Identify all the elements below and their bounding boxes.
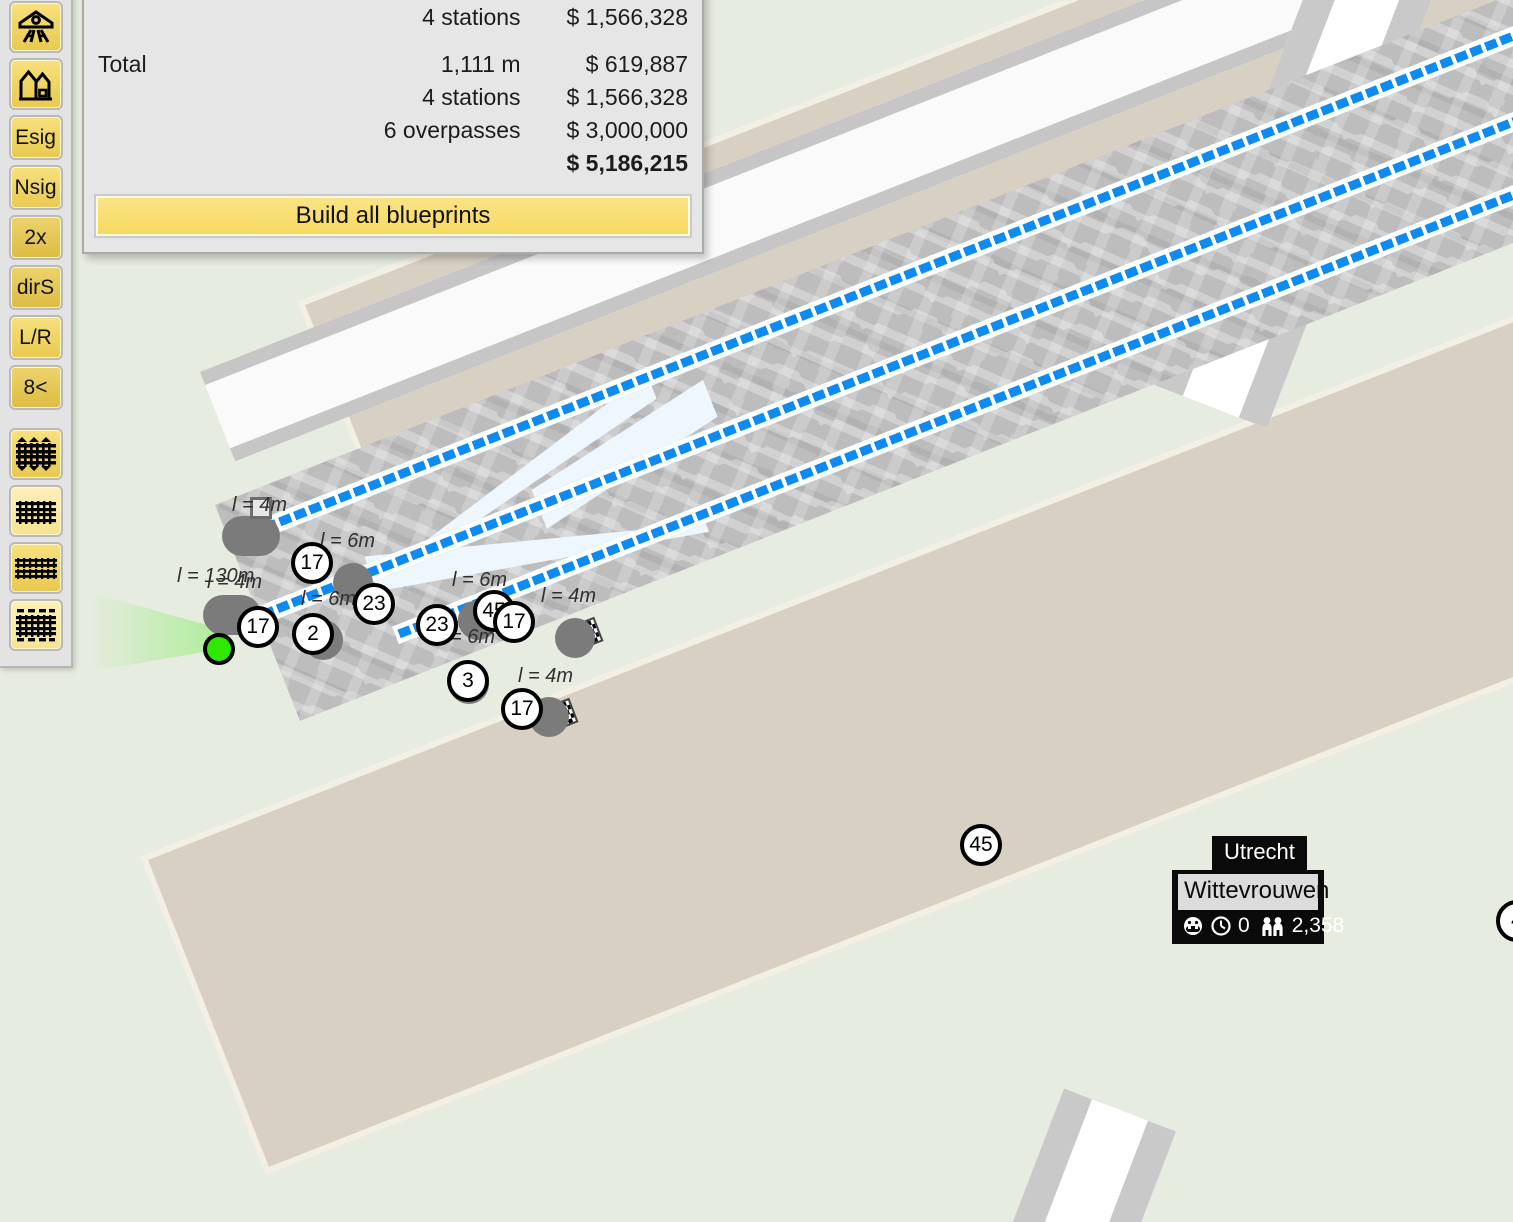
cost-row-amount: $ 5,186,215 bbox=[566, 150, 688, 176]
station-button[interactable] bbox=[8, 1, 63, 53]
station-tooltip: Utrecht Wittevrouwen 0 2,358 bbox=[1172, 836, 1344, 944]
cost-row-amount: $ 619,887 bbox=[585, 51, 688, 77]
track-node-badge[interactable]: 2 bbox=[292, 613, 334, 655]
track-node-badge[interactable]: 17 bbox=[237, 606, 279, 648]
eight-less-button[interactable]: 8< bbox=[8, 365, 63, 410]
game-viewport: l = 4m l = 6m l = 130m l = 4m l = 6m l = 6m l … bbox=[0, 0, 1513, 1222]
people-icon bbox=[1260, 915, 1286, 937]
cost-row-amount: $ 1,566,328 bbox=[566, 84, 688, 110]
track-length-label: l = 4m bbox=[232, 494, 288, 516]
track-length-label: l = 6m bbox=[452, 569, 508, 591]
track-node-badge[interactable]: 23 bbox=[416, 604, 458, 646]
cost-row-label bbox=[94, 81, 345, 114]
cost-row-quantity: 4 stations bbox=[422, 4, 521, 30]
cost-row-amount: $ 1,566,328 bbox=[566, 4, 688, 30]
track-node-badge[interactable]: 23 bbox=[353, 583, 395, 625]
build-toolbar[interactable]: Esig Nsig 2x dirS L/R 8< bbox=[0, 0, 73, 668]
station-stats: 0 2,358 bbox=[1178, 910, 1344, 938]
town-label: Utrecht bbox=[1212, 836, 1307, 870]
track-dashed-button[interactable] bbox=[8, 599, 63, 651]
passenger-count-value: 2,358 bbox=[1291, 914, 1345, 937]
cost-row-label bbox=[94, 147, 345, 180]
cost-row-quantity bbox=[345, 147, 524, 180]
cost-row: 4 stations $ 1,566,328 bbox=[94, 1, 692, 34]
track-node-badge[interactable]: 4 bbox=[1496, 900, 1513, 942]
track-node[interactable] bbox=[222, 516, 280, 556]
cross-road-south bbox=[920, 1088, 1177, 1222]
track-node-badge[interactable]: 17 bbox=[291, 542, 333, 584]
left-right-button[interactable]: L/R bbox=[8, 315, 63, 360]
toolbar-separator bbox=[0, 415, 71, 423]
station-tooltip-body: Wittevrouwen 0 2,358 bbox=[1172, 870, 1344, 944]
direction-s-button[interactable]: dirS bbox=[8, 265, 63, 310]
waiting-time-value: 0 bbox=[1238, 914, 1250, 937]
track-node-badge[interactable]: 17 bbox=[493, 601, 535, 643]
track-length-label: l = 4m bbox=[518, 665, 574, 687]
station-name-label: Wittevrouwen bbox=[1178, 874, 1329, 910]
cost-row-label bbox=[94, 1, 345, 34]
cost-row: 6 overpasses $ 3,000,000 bbox=[94, 114, 692, 147]
track-node-badge[interactable]: 45 bbox=[960, 824, 1002, 866]
buildings-button[interactable] bbox=[8, 58, 63, 110]
track-dashed-icon bbox=[15, 607, 57, 643]
toolbar-button-label: 2x bbox=[24, 225, 47, 249]
track-node[interactable] bbox=[555, 618, 595, 658]
entry-signal-button[interactable]: Esig bbox=[8, 115, 63, 160]
cost-row-label bbox=[94, 114, 345, 147]
cost-row-quantity: 4 stations bbox=[422, 84, 521, 110]
track-length-label: l = 4m bbox=[541, 585, 597, 607]
cost-row-spacer bbox=[94, 34, 692, 48]
toolbar-button-label: 8< bbox=[23, 375, 48, 399]
track-node-badge[interactable]: 3 bbox=[447, 660, 489, 702]
track-plain-button[interactable] bbox=[8, 485, 63, 537]
toolbar-button-label: Esig bbox=[15, 125, 56, 149]
buildings-icon bbox=[17, 67, 55, 101]
double-speed-button[interactable]: 2x bbox=[8, 215, 63, 260]
blueprint-cost-panel: Tram703 m$ 210,8024 stations$ 1,566,328T… bbox=[82, 0, 704, 254]
clock-icon bbox=[1210, 915, 1232, 937]
cost-breakdown-table: Tram703 m$ 210,8024 stations$ 1,566,328T… bbox=[94, 0, 692, 180]
track-narrow-button[interactable] bbox=[8, 542, 63, 594]
cost-row-amount: $ 3,000,000 bbox=[566, 117, 688, 143]
track-narrow-icon bbox=[14, 555, 58, 581]
cost-row: Total 1,111 m $ 619,887 bbox=[94, 48, 692, 81]
normal-signal-button[interactable]: Nsig bbox=[8, 165, 63, 210]
station-icon bbox=[17, 10, 55, 44]
toolbar-button-label: Nsig bbox=[14, 175, 57, 199]
track-length-label: l = 4m bbox=[207, 571, 263, 593]
build-all-blueprints-button[interactable]: Build all blueprints bbox=[94, 194, 692, 238]
cost-row: 4 stations $ 1,566,328 bbox=[94, 81, 692, 114]
track-length-label: l = 6m bbox=[301, 588, 357, 610]
cost-row-quantity: 1,111 m bbox=[440, 51, 521, 77]
toolbar-button-label: dirS bbox=[16, 275, 55, 299]
toolbar-button-label: L/R bbox=[19, 325, 52, 349]
track-electrified-button[interactable] bbox=[8, 428, 63, 480]
track-electrified-icon bbox=[15, 436, 57, 472]
cost-row: $ 5,186,215 bbox=[94, 147, 692, 180]
signal-green-light[interactable] bbox=[203, 633, 235, 665]
track-node-badge[interactable]: 17 bbox=[501, 688, 543, 730]
track-plain-icon bbox=[15, 496, 57, 526]
cost-row-quantity: 6 overpasses bbox=[383, 117, 521, 143]
signal-light-beam bbox=[88, 592, 218, 672]
cost-row-label: Total bbox=[98, 51, 147, 77]
smiley-icon bbox=[1182, 915, 1204, 937]
